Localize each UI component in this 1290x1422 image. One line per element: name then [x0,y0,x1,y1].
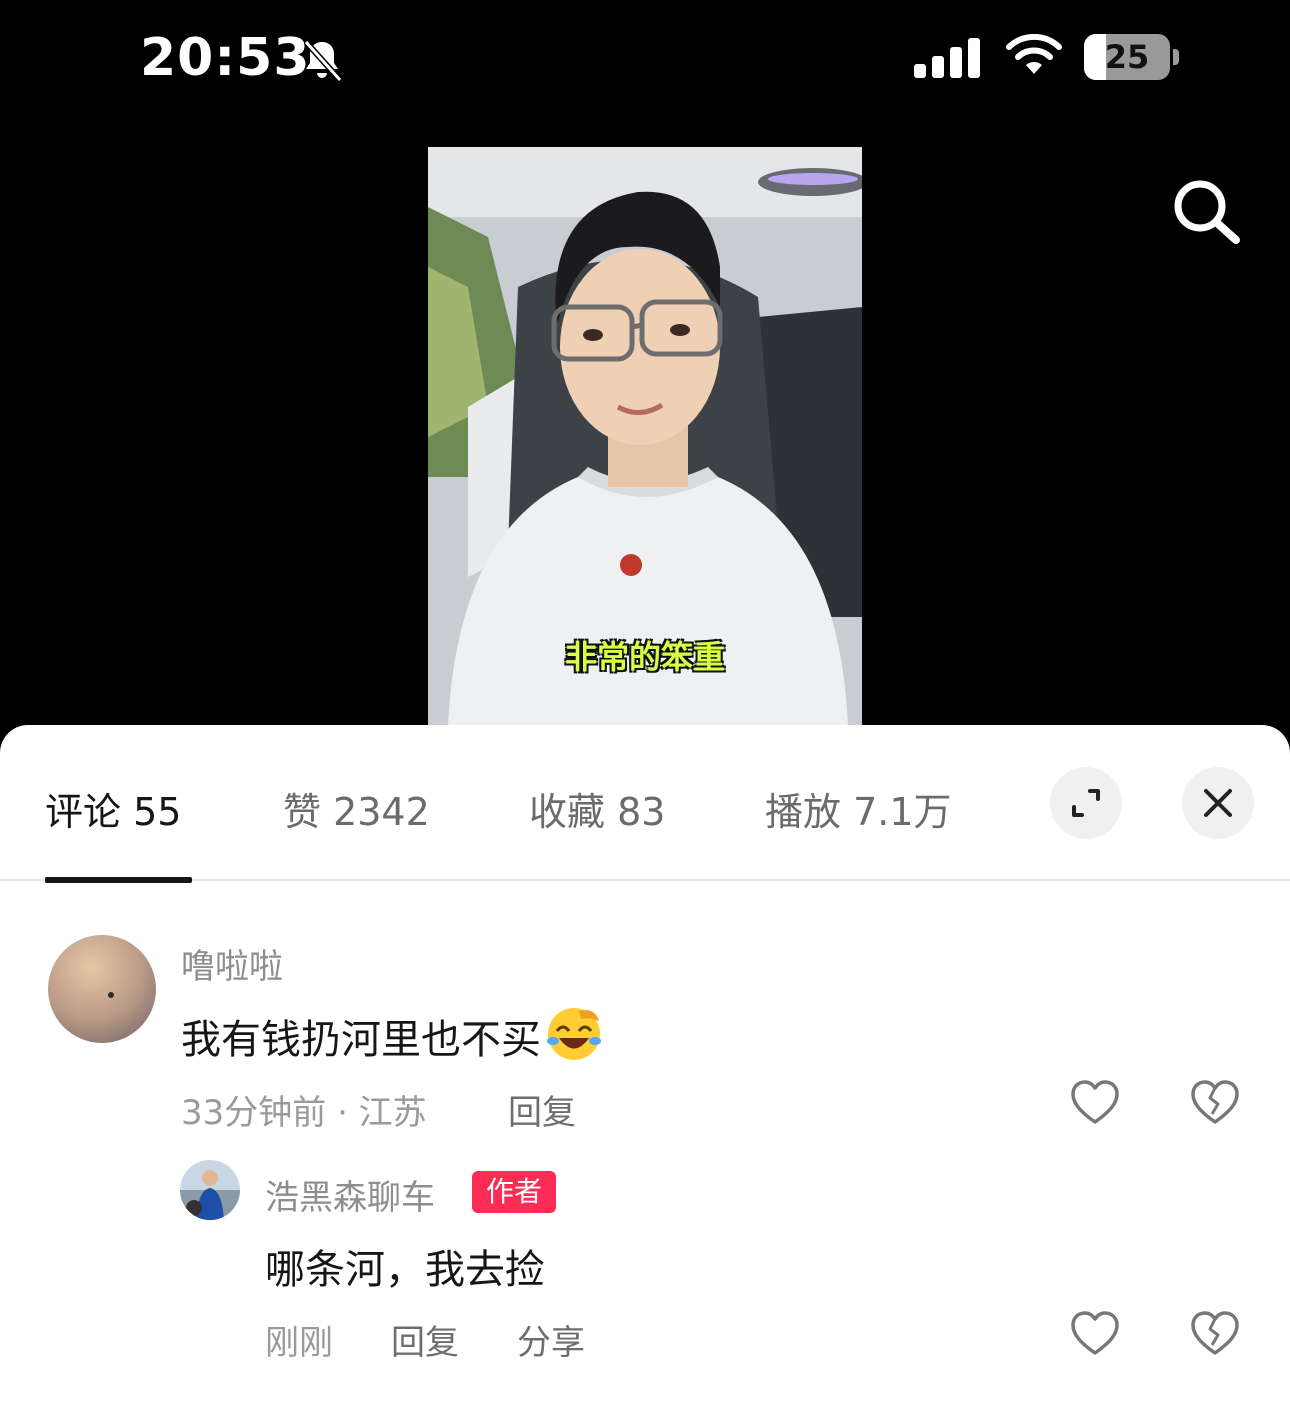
expand-icon [1072,789,1100,817]
search-icon[interactable] [1170,176,1242,248]
avatar[interactable] [48,935,156,1043]
broken-heart-icon[interactable] [1190,1309,1240,1359]
comment-meta: 33分钟前 · 江苏 [181,1093,427,1133]
expand-button[interactable] [1050,767,1122,839]
close-button[interactable] [1182,767,1254,839]
close-icon [1204,789,1232,817]
author-badge: 作者 [472,1171,556,1213]
reply-button[interactable]: 回复 [508,1085,576,1134]
status-time: 20:53 [140,28,311,88]
comment-text-body: 我有钱扔河里也不买 [181,1017,541,1063]
bell-slash-icon [303,39,343,83]
caption-wrap: 非常的笨重 [428,0,862,725]
comment-text: 我有钱扔河里也不买 [181,1005,603,1065]
video-caption: 非常的笨重 [564,638,725,676]
tab-bar: 评论 55 赞 2342 收藏 83 播放 7.1万 [0,725,1290,883]
reply-username[interactable]: 浩黑森聊车 [265,1170,435,1219]
heart-icon[interactable] [1070,1309,1120,1359]
battery-icon: 25 [1084,34,1180,80]
battery-level: 25 [1104,38,1150,76]
comment-sheet: 评论 55 赞 2342 收藏 83 播放 7.1万 噜啦啦 我有钱扔河里也不买… [0,725,1290,1422]
reply-time: 刚刚 [265,1323,333,1363]
tab-favorites[interactable]: 收藏 83 [529,781,665,836]
heart-icon[interactable] [1070,1078,1120,1128]
reply-text: 哪条河，我去捡 [265,1247,545,1293]
reply-avatar-image [180,1160,240,1220]
comment-username[interactable]: 噜啦啦 [181,939,283,988]
tab-likes[interactable]: 赞 2342 [283,781,430,836]
reply-avatar[interactable] [180,1160,240,1220]
tab-comments[interactable]: 评论 55 [45,781,181,836]
share-button[interactable]: 分享 [517,1315,585,1364]
active-tab-indicator [45,877,192,883]
tab-plays[interactable]: 播放 7.1万 [765,781,952,836]
laughing-crying-emoji [547,1008,601,1060]
wifi-icon [1006,34,1062,74]
cellular-signal-icon [914,38,980,78]
avatar-image [48,935,156,1043]
broken-heart-icon[interactable] [1190,1078,1240,1128]
reply-reply-button[interactable]: 回复 [391,1315,459,1364]
